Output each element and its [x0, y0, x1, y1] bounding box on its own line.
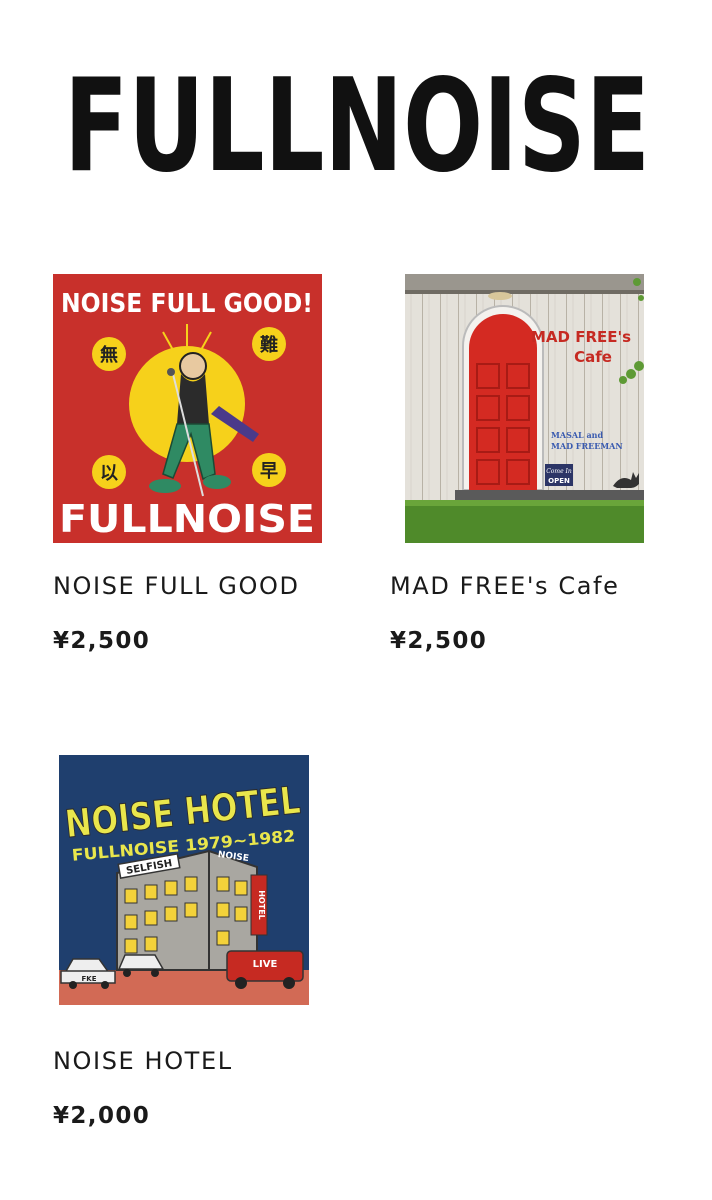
cover-title-text: NOISE FULL GOOD! [61, 289, 313, 319]
site-logo-text: FULLNOISE [64, 58, 650, 180]
product-cover-image[interactable]: NOISE HOTEL FULLNOISE 1979~1982 SELFISH … [59, 755, 309, 1005]
kanji-text: 早 [260, 461, 278, 482]
cover-title-line1: MAD FREE's [531, 328, 631, 346]
product-name[interactable]: MAD FREE's Cafe [390, 572, 619, 600]
kanji-text: 以 [100, 463, 118, 484]
product-price: ¥2,500 [390, 628, 488, 654]
cover-band-text: FULLNOISE [59, 497, 315, 541]
product-card-mad-frees-cafe[interactable]: MAD FREE's Cafe MASAL and MAD FREEMAN Co… [390, 274, 690, 664]
site-logo[interactable]: FULLNOISE [62, 58, 652, 180]
product-cover-image[interactable]: NOISE FULL GOOD! 無 難 以 早 FULLNOISE [53, 274, 322, 543]
product-price: ¥2,000 [53, 1103, 151, 1129]
cover-sign-line1: Come In [546, 468, 572, 475]
cover-artist-line1: MASAL and [551, 430, 603, 440]
cover-artist-line2: MAD FREEMAN [551, 441, 623, 451]
product-card-noise-full-good[interactable]: NOISE FULL GOOD! 無 難 以 早 FULLNOISE NOISE… [53, 274, 353, 664]
cover-car-text: FKE [82, 975, 97, 983]
cover-title-line2: Cafe [574, 348, 612, 366]
product-name[interactable]: NOISE HOTEL [53, 1047, 233, 1075]
product-name[interactable]: NOISE FULL GOOD [53, 572, 300, 600]
product-cover-image[interactable]: MAD FREE's Cafe MASAL and MAD FREEMAN Co… [405, 274, 644, 543]
cover-side-sign: HOTEL [257, 890, 266, 920]
product-card-noise-hotel[interactable]: NOISE HOTEL FULLNOISE 1979~1982 SELFISH … [53, 755, 353, 1145]
cover-sign-line2: OPEN [548, 477, 570, 485]
kanji-text: 難 [260, 334, 278, 356]
kanji-text: 無 [100, 344, 118, 366]
cover-bus-text: LIVE [253, 959, 278, 970]
product-price: ¥2,500 [53, 628, 151, 654]
